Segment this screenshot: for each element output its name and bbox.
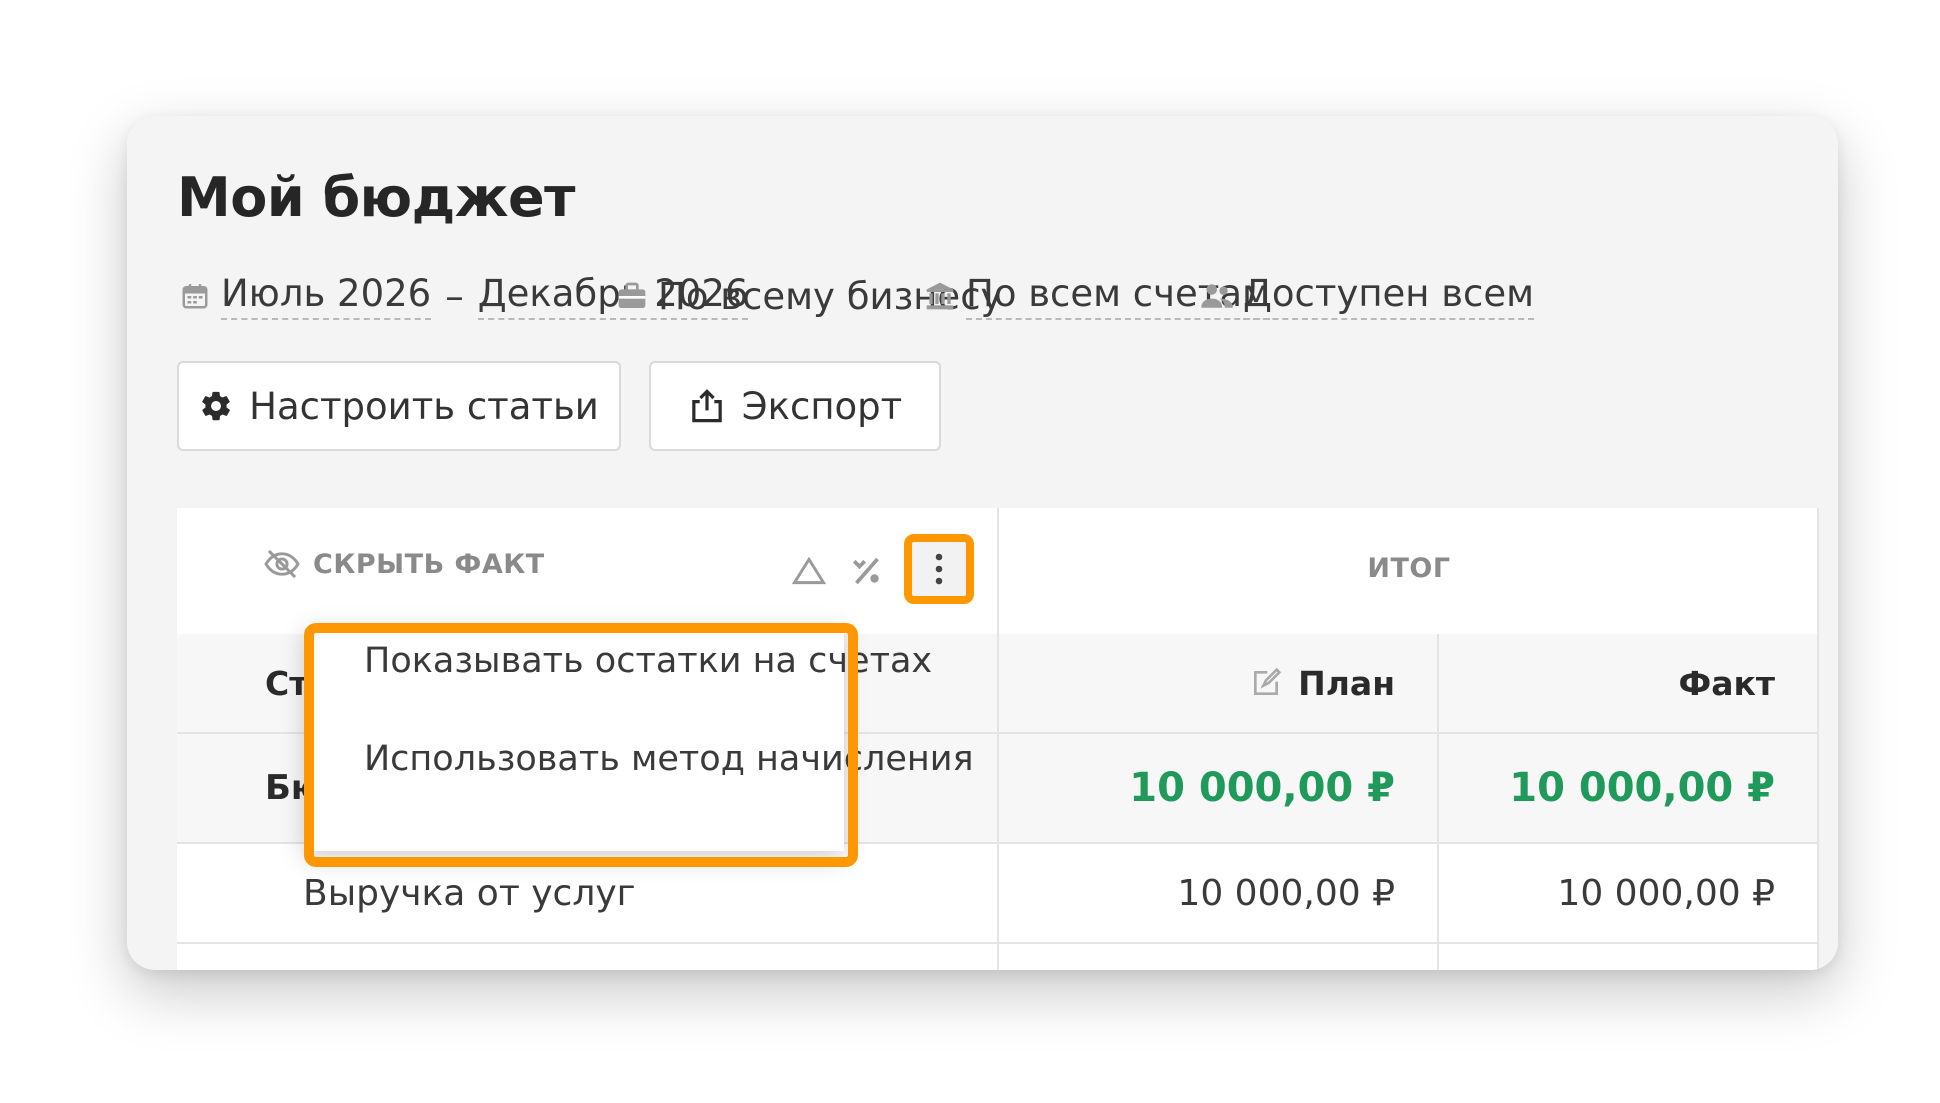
hide-fact-toggle[interactable]: СКРЫТЬ ФАКТ — [263, 548, 545, 580]
access-filter[interactable]: Доступен всем — [1199, 266, 1535, 326]
more-vertical-icon — [934, 551, 944, 587]
period-start[interactable]: Июль 2026 — [221, 272, 432, 320]
column-fact-header: Факт — [1678, 663, 1775, 703]
total-header-label: ИТОГ — [1367, 553, 1451, 584]
table-row — [177, 944, 1817, 970]
total-header: ИТОГ — [997, 508, 1819, 636]
access-filter-label[interactable]: Доступен всем — [1243, 272, 1535, 320]
percent-toggle[interactable] — [842, 546, 892, 596]
export-icon — [688, 388, 726, 424]
item-row-label: Выручка от услуг — [303, 872, 636, 914]
item-plan-value: 10 000,00 ₽ — [1177, 872, 1395, 914]
eye-off-icon — [263, 548, 301, 580]
bank-icon — [922, 278, 958, 314]
delta-toggle[interactable] — [784, 546, 834, 596]
item-fact-value: 10 000,00 ₽ — [1557, 872, 1775, 914]
column-plan-header: План — [1298, 663, 1395, 703]
export-button[interactable]: Экспорт — [649, 361, 941, 451]
next-column-edge — [1817, 508, 1838, 970]
group-plan-value: 10 000,00 ₽ — [1129, 765, 1395, 811]
edit-plan-icon[interactable] — [1250, 667, 1282, 699]
more-options-button[interactable] — [904, 534, 974, 604]
configure-articles-button[interactable]: Настроить статьи — [177, 361, 621, 451]
delta-icon — [791, 555, 827, 587]
calendar-icon — [177, 278, 213, 314]
period-separator: – — [445, 274, 464, 318]
dropdown-highlight — [304, 623, 858, 867]
configure-articles-label: Настроить статьи — [249, 384, 599, 428]
export-label: Экспорт — [741, 384, 903, 428]
table-controls-header: СКРЫТЬ ФАКТ — [177, 508, 997, 636]
users-icon — [1199, 278, 1235, 314]
page-title: Мой бюджет — [177, 166, 575, 229]
gear-icon — [199, 389, 233, 423]
hide-fact-label: СКРЫТЬ ФАКТ — [313, 548, 545, 580]
budget-card: Мой бюджет Июль 2026 – Декабрь 2026 По в… — [127, 116, 1838, 970]
percent-icon — [849, 553, 885, 589]
group-fact-value: 10 000,00 ₽ — [1509, 765, 1775, 811]
briefcase-icon — [614, 278, 650, 314]
